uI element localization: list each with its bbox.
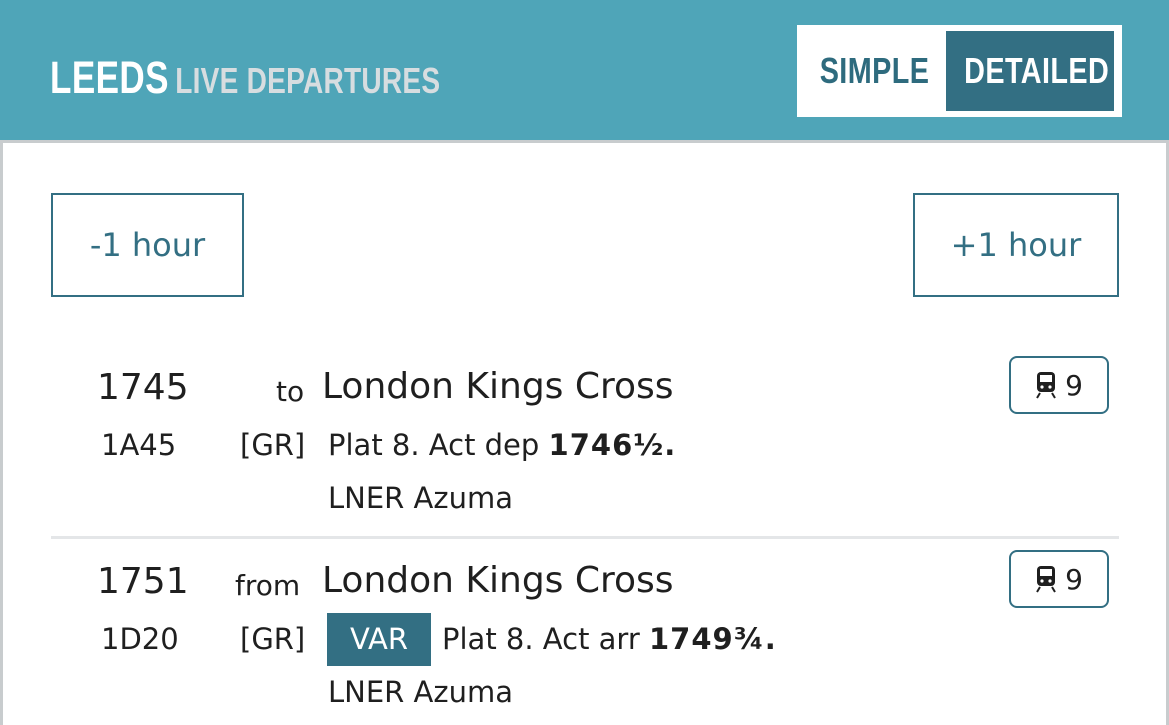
previous-hour-button[interactable]: -1 hour bbox=[51, 193, 244, 297]
actual-time: 1746½ bbox=[548, 428, 665, 462]
service-direction: to bbox=[276, 375, 305, 408]
actual-time: 1749¾ bbox=[648, 622, 765, 656]
service-detail: Plat 8. Act arr 1749¾. bbox=[442, 622, 777, 656]
service-headcode: 1A45 bbox=[101, 428, 177, 462]
service-destination[interactable]: London Kings Cross bbox=[322, 560, 674, 601]
platform-status: Plat 8. Act arr bbox=[442, 622, 649, 656]
train-icon bbox=[1036, 372, 1056, 399]
row-divider bbox=[51, 536, 1119, 539]
variation-tag: VAR bbox=[327, 613, 431, 666]
coach-count: 9 bbox=[1065, 368, 1083, 402]
train-icon bbox=[1036, 566, 1056, 593]
app-header: LEEDS LIVE DEPARTURES SIMPLE DETAILED bbox=[0, 0, 1169, 143]
detailed-view-button[interactable]: DETAILED bbox=[946, 31, 1114, 111]
service-operator: [GR] bbox=[240, 622, 306, 656]
page-title: LEEDS LIVE DEPARTURES bbox=[50, 52, 440, 104]
service-stock: LNER Azuma bbox=[328, 481, 514, 515]
service-time: 1745 bbox=[97, 367, 189, 408]
coach-count: 9 bbox=[1065, 562, 1083, 596]
service-direction: from bbox=[235, 569, 301, 602]
view-toggle: SIMPLE DETAILED bbox=[797, 25, 1122, 117]
platform-status: Plat 8. Act dep bbox=[328, 428, 549, 462]
service-stock: LNER Azuma bbox=[328, 675, 514, 709]
service-detail: Plat 8. Act dep 1746½. bbox=[328, 428, 677, 462]
coach-count-badge[interactable]: 9 bbox=[1009, 550, 1109, 608]
service-operator: [GR] bbox=[240, 428, 306, 462]
service-headcode: 1D20 bbox=[101, 622, 179, 656]
station-name: LEEDS bbox=[50, 52, 169, 103]
service-time: 1751 bbox=[97, 561, 189, 602]
service-destination[interactable]: London Kings Cross bbox=[322, 366, 674, 407]
coach-count-badge[interactable]: 9 bbox=[1009, 356, 1109, 414]
next-hour-button[interactable]: +1 hour bbox=[913, 193, 1119, 297]
simple-view-button[interactable]: SIMPLE bbox=[803, 31, 946, 111]
page-subtitle: LIVE DEPARTURES bbox=[175, 60, 441, 101]
